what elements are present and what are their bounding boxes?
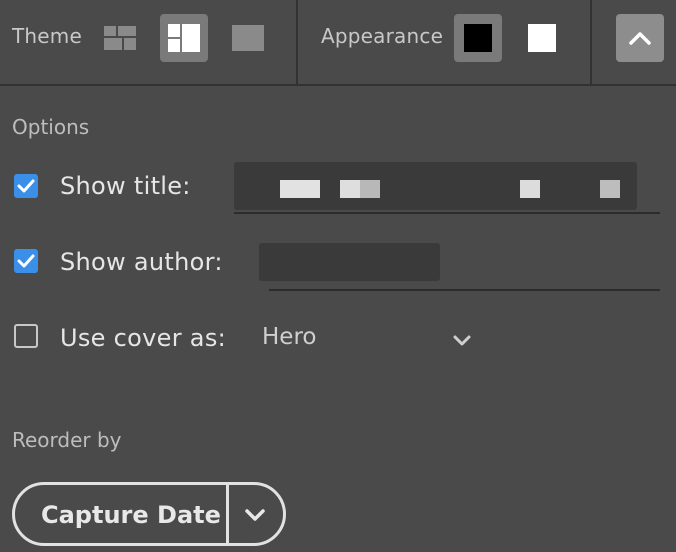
chevron-down-icon[interactable] <box>241 503 269 527</box>
chevron-down-icon <box>453 335 471 346</box>
appearance-light-button[interactable] <box>518 14 566 62</box>
theme-split-button[interactable] <box>160 14 208 62</box>
blurred-text <box>600 180 620 198</box>
blurred-text <box>360 180 380 198</box>
title-input-underline <box>234 212 660 214</box>
theme-grid-button[interactable] <box>96 14 144 62</box>
title-input[interactable] <box>234 162 637 210</box>
dark-swatch-icon <box>464 24 492 52</box>
author-input[interactable] <box>259 243 440 281</box>
checkmark-icon <box>17 254 35 268</box>
split-layout-icon <box>168 24 200 52</box>
cover-select[interactable]: Hero <box>260 320 480 358</box>
theme-single-button[interactable] <box>224 14 272 62</box>
panel-root: Theme Appearance Options Show title: Sho… <box>0 0 676 552</box>
show-title-checkbox[interactable] <box>14 174 38 198</box>
pill-divider <box>226 485 229 543</box>
collapse-button[interactable] <box>616 14 664 62</box>
checkmark-icon <box>17 179 35 193</box>
single-block-icon <box>232 25 264 51</box>
reorder-heading: Reorder by <box>12 428 122 452</box>
blurred-text <box>340 180 360 198</box>
toolbar-divider <box>296 0 298 84</box>
theme-label: Theme <box>12 24 82 48</box>
options-heading: Options <box>12 115 90 139</box>
show-author-label: Show author: <box>60 248 223 276</box>
appearance-label: Appearance <box>321 24 444 48</box>
show-author-checkbox[interactable] <box>14 249 38 273</box>
use-cover-label: Use cover as: <box>60 324 227 352</box>
chevron-up-icon <box>629 32 651 45</box>
author-input-underline <box>269 289 660 291</box>
use-cover-checkbox[interactable] <box>14 324 38 348</box>
light-swatch-icon <box>528 24 556 52</box>
blurred-text <box>520 180 540 198</box>
toolbar-divider <box>590 0 592 84</box>
toolbar: Theme Appearance <box>0 0 676 86</box>
reorder-dropdown[interactable]: Capture Date <box>12 482 286 546</box>
grid-icon <box>104 26 136 50</box>
cover-select-value: Hero <box>262 324 317 350</box>
blurred-text <box>280 180 320 198</box>
reorder-value: Capture Date <box>41 501 221 529</box>
appearance-dark-button[interactable] <box>454 14 502 62</box>
show-title-label: Show title: <box>60 172 191 200</box>
